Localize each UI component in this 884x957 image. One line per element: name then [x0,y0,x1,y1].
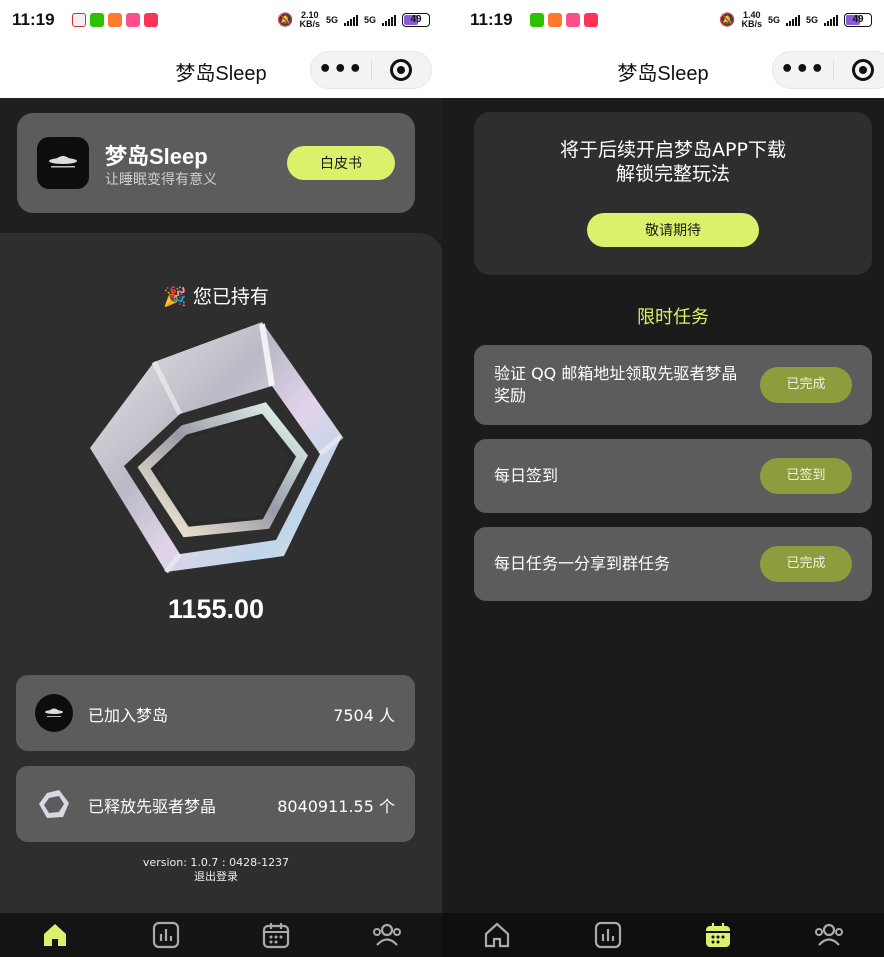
tab-friends[interactable] [774,913,884,957]
friends-icon [814,923,843,946]
app-download-notice: 将于后续开启梦岛APP下载 解锁完整玩法 敬请期待 [474,112,872,275]
signal-5g-label: 5G [325,15,338,25]
brand-slogan: 让睡眠变得有意义 [105,172,217,188]
signal-5g-label: 5G [363,15,376,25]
more-icon[interactable]: ••• [773,59,833,81]
nav-bar: 梦岛Sleep ••• [0,40,442,98]
calendar-icon [263,923,290,949]
notification-icons [530,13,598,27]
mute-icon: 🔕 [277,12,294,27]
signal-icon [343,14,358,26]
app-icon [566,13,580,27]
chart-icon [594,921,621,949]
task-status-button[interactable]: 已完成 [760,367,852,403]
task-label: 验证 QQ 邮箱地址领取先驱者梦晶奖励 [494,364,738,405]
net-speed: 2.10 KB/s [299,10,320,29]
tab-friends[interactable] [332,913,443,957]
signal-icon [824,14,838,26]
version-info: version: 1.0.7 : 0428-1237 退出登录 [0,856,432,884]
home-icon [44,924,67,946]
signal-icon [382,14,396,26]
task-status-button[interactable]: 已完成 [760,546,852,582]
tab-stats[interactable] [553,913,664,957]
left-screen: 11:19 🔕 2.10 KB/s 5G 5G 49 梦岛Sleep ••• 梦… [0,0,442,957]
crystal-icon [35,785,73,823]
wechat-icon [90,13,104,27]
released-stat: 已释放先驱者梦晶 8040911.55 个 [16,766,415,842]
section-title-limited-tasks: 限时任务 [637,307,709,328]
members-stat: 已加入梦岛 7504 人 [16,675,415,751]
signal-5g-label: 5G [767,15,780,25]
logout-link[interactable]: 退出登录 [0,870,432,884]
logo-icon [35,694,73,732]
tab-home[interactable] [442,913,553,957]
signal-icon [785,14,800,26]
task-label: 每日任务一分享到群任务 [494,554,671,573]
clock: 11:19 [470,10,513,29]
task-item: 每日任务一分享到群任务 已完成 [474,527,872,601]
more-icon[interactable]: ••• [311,59,371,81]
chart-icon [152,921,179,949]
tab-calendar[interactable] [663,913,774,957]
clock: 11:19 [12,10,55,29]
app-icon [584,13,598,27]
crystal-cube-image [90,322,344,574]
status-bar: 11:19 🔕 2.10 KB/s 5G 5G 49 [0,0,442,40]
whitepaper-button[interactable]: 白皮书 [287,146,395,180]
app-icon [126,13,140,27]
tab-calendar[interactable] [221,913,332,957]
status-bar: 11:19 🔕 1.40 KB/s 5G 5G 49 [442,0,884,40]
owned-label: 🎉 您已持有 [163,286,269,308]
battery-icon: 49 [402,13,430,27]
battery-icon: 49 [844,13,872,27]
close-miniprogram-icon[interactable] [372,59,432,81]
app-icon [108,13,122,27]
brand-card: 梦岛Sleep 让睡眠变得有意义 白皮书 [17,113,415,213]
brand-name: 梦岛Sleep [105,144,208,169]
notification-icons [72,13,158,27]
holding-amount: 1155.00 [167,594,265,624]
task-label: 每日签到 [494,466,559,485]
home-icon [485,922,510,948]
app-icon [144,13,158,27]
released-label: 已释放先驱者梦晶 [88,797,217,816]
app-icon [548,13,562,27]
miniprogram-capsule: ••• [772,51,884,89]
members-value: 7504 人 [333,706,395,725]
close-miniprogram-icon[interactable] [834,59,884,81]
app-logo [37,137,89,189]
wechat-icon [530,13,544,27]
notice-message: 将于后续开启梦岛APP下载 解锁完整玩法 [560,139,786,185]
friends-icon [372,923,401,946]
tab-home[interactable] [0,913,111,957]
coming-soon-button[interactable]: 敬请期待 [587,213,759,247]
signal-5g-label: 5G [805,15,818,25]
mute-icon: 🔕 [719,12,736,27]
released-value: 8040911.55 个 [277,797,395,816]
net-speed: 1.40 KB/s [741,10,762,29]
nav-bar: 梦岛Sleep ••• [442,40,884,98]
version-text: version: 1.0.7 : 0428-1237 [142,856,290,869]
tab-stats[interactable] [111,913,222,957]
tab-bar [442,913,884,957]
members-label: 已加入梦岛 [88,706,169,725]
checkin-status-button[interactable]: 已签到 [760,458,852,494]
miniprogram-capsule: ••• [310,51,432,89]
tab-bar [0,913,442,957]
task-item: 验证 QQ 邮箱地址领取先驱者梦晶奖励 已完成 [474,345,872,425]
task-item: 每日签到 已签到 [474,439,872,513]
calendar-icon [706,923,731,947]
right-screen: 11:19 🔕 1.40 KB/s 5G 5G 49 梦岛Sleep ••• 将于… [442,0,884,957]
qq-icon [72,13,86,27]
